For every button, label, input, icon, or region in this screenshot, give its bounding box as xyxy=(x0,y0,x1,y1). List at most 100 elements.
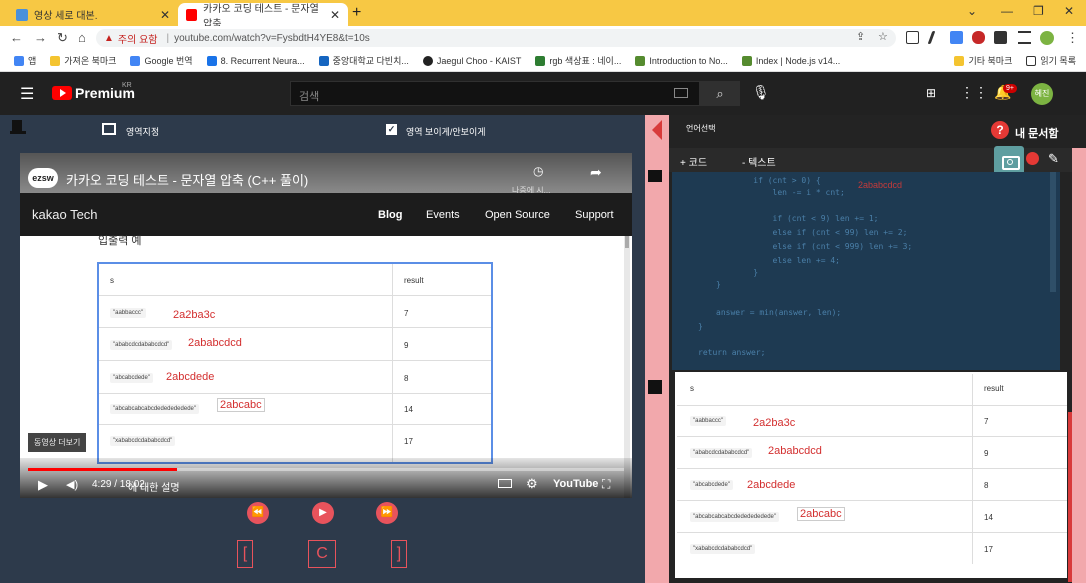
avatar[interactable]: 혜진 xyxy=(1031,83,1053,105)
profile-avatar[interactable] xyxy=(1040,31,1054,45)
rewind-button[interactable]: ⏪ xyxy=(247,502,269,524)
handwritten-note[interactable]: 2abcabc xyxy=(797,507,845,521)
apps-icon xyxy=(14,55,24,66)
youtube-icon xyxy=(186,8,198,21)
add-code-button[interactable]: + 코드 xyxy=(680,154,707,169)
kebab-menu-icon[interactable]: ⋮ xyxy=(1066,30,1079,46)
fullscreen-icon[interactable]: ⛶ xyxy=(602,477,610,492)
code-line: else len += 4; xyxy=(734,256,840,265)
select-area-icon[interactable] xyxy=(102,123,116,135)
table-cell-result: 8 xyxy=(404,374,409,383)
close-icon[interactable]: ✕ xyxy=(330,8,340,22)
bookmark-item[interactable]: 앱 xyxy=(14,54,36,67)
capture-button[interactable]: C xyxy=(308,540,336,568)
puzzle-icon[interactable] xyxy=(994,31,1007,44)
volume-icon[interactable]: ◀) xyxy=(66,478,78,491)
fast-forward-button[interactable]: ⏩ xyxy=(376,502,398,524)
share-icon[interactable]: ⇪ xyxy=(856,30,865,43)
bookmark-item[interactable]: 가져온 북마크 xyxy=(50,54,116,67)
my-documents-link[interactable]: 내 문서함 xyxy=(1015,125,1059,141)
visibility-checkbox[interactable]: ✓ xyxy=(386,124,397,135)
selected-area-table xyxy=(97,262,493,464)
more-videos-button[interactable]: 동영상 더보기 xyxy=(28,433,87,452)
keyboard-icon[interactable] xyxy=(674,88,688,98)
bookmark-item[interactable]: Jaegul Choo - KAIST xyxy=(422,55,521,66)
gear-icon[interactable]: ⚙ xyxy=(526,476,538,492)
forward-icon[interactable]: → xyxy=(34,30,47,45)
help-icon[interactable]: ? xyxy=(991,121,1009,139)
doc-cell-result: 9 xyxy=(984,449,989,458)
share-icon[interactable]: ➦ xyxy=(590,164,602,181)
bookmark-item[interactable]: rgb 색상표 : 네이... xyxy=(535,54,621,67)
apps-grid-icon[interactable]: ⋮⋮ xyxy=(960,84,988,101)
side-scrollbar[interactable] xyxy=(1068,412,1072,582)
bookmark-item[interactable]: 8. Recurrent Neura... xyxy=(206,55,305,66)
image-icon[interactable] xyxy=(648,380,662,394)
restore-icon[interactable]: ❐ xyxy=(1033,4,1044,18)
handwritten-note[interactable]: 2abcabc xyxy=(217,398,265,412)
create-video-icon[interactable]: ⊞ xyxy=(926,86,936,100)
playlist-icon[interactable] xyxy=(1018,31,1031,44)
play-icon[interactable]: ▶ xyxy=(38,477,48,493)
doc-icon xyxy=(16,8,28,21)
bug-icon[interactable] xyxy=(972,31,985,44)
youtube-logo-icon[interactable] xyxy=(52,86,72,100)
bookmark-item[interactable]: Index | Node.js v14... xyxy=(741,55,840,66)
mark-start-button[interactable]: [ xyxy=(237,540,253,568)
browser-tab[interactable]: 영상 세로 대본. ✕ xyxy=(8,3,178,26)
minimize-icon[interactable]: — xyxy=(1001,4,1013,18)
table-cell-s: "aabbaccc" xyxy=(110,308,146,318)
subtitles-icon[interactable] xyxy=(498,479,512,488)
bookmark-item[interactable]: 기타 북마크 xyxy=(954,54,1012,67)
star-icon[interactable]: ☆ xyxy=(878,30,888,43)
address-bar[interactable]: ▲ 주의 요함 | youtube.com/watch?v=FysbdtH4YE… xyxy=(96,29,896,47)
browser-tab-active[interactable]: 카카오 코딩 테스트 - 문자열 압축 ✕ xyxy=(178,3,348,30)
bookmark-item[interactable]: 중앙대학교 다빈치... xyxy=(318,54,409,67)
site-nav-events: Events xyxy=(426,209,460,221)
youtube-watermark[interactable]: YouTube xyxy=(553,478,598,490)
code-line: if (cnt > 0) { xyxy=(734,176,821,185)
edit-icon[interactable]: ✎ xyxy=(1048,151,1059,167)
mark-end-button[interactable]: ] xyxy=(391,540,407,568)
bookmark-item[interactable]: 읽기 목록 xyxy=(1026,54,1076,67)
clock-icon[interactable] xyxy=(1026,152,1039,165)
collapse-icon[interactable] xyxy=(652,120,662,140)
search-icon[interactable]: ⌕ xyxy=(700,81,740,106)
close-icon[interactable]: ✕ xyxy=(160,8,170,22)
exit-icon[interactable] xyxy=(10,120,26,134)
chevron-down-icon[interactable]: ⌄ xyxy=(967,4,977,18)
code-line: } xyxy=(698,322,703,331)
cau-icon xyxy=(318,55,329,66)
reload-icon[interactable]: ↻ xyxy=(57,30,68,46)
close-window-icon[interactable]: ✕ xyxy=(1064,4,1074,18)
clock-icon[interactable]: ◷ xyxy=(533,164,543,178)
bookmark-item[interactable]: Introduction to No... xyxy=(635,55,728,66)
channel-badge[interactable]: ezsw xyxy=(28,168,58,188)
microphone-icon[interactable]: 🎙 xyxy=(752,84,770,101)
table-cell-s: "xababcdcdababcdcd" xyxy=(110,436,176,446)
remove-text-button[interactable]: - 텍스트 xyxy=(742,154,776,169)
select-area-label[interactable]: 영역지정 xyxy=(126,125,159,138)
search-input[interactable]: 검색 xyxy=(290,81,700,106)
video-title[interactable]: 카카오 코딩 테스트 - 문자열 압축 (C++ 풀이) xyxy=(66,170,308,189)
code-line: answer = min(answer, len); xyxy=(716,308,842,317)
chapter-title[interactable]: 에 대한 설명 xyxy=(128,479,180,494)
table-cell-s: "abcabcdede" xyxy=(110,373,153,383)
handwritten-note: 2abcdede xyxy=(747,479,796,491)
table-header-s: s xyxy=(110,276,114,285)
screenshot-icon[interactable] xyxy=(648,170,662,182)
play-button[interactable]: ▶ xyxy=(312,502,334,524)
bookmark-item[interactable]: Google 번역 xyxy=(130,54,193,67)
visibility-toggle-label[interactable]: 영역 보이게/안보이게 xyxy=(406,125,486,138)
doc-cell-s: "abcabcabcabcdededededede" xyxy=(690,512,779,522)
translate-icon[interactable] xyxy=(950,31,963,44)
extension-icon[interactable] xyxy=(906,31,919,44)
site-nav-open-source: Open Source xyxy=(485,209,550,221)
back-icon[interactable]: ← xyxy=(10,30,23,45)
code-editor[interactable]: if (cnt > 0) { len -= i * cnt; if (cnt <… xyxy=(672,172,1060,370)
hamburger-menu-icon[interactable]: ☰ xyxy=(20,84,34,104)
editor-scrollbar[interactable] xyxy=(1050,172,1056,292)
home-icon[interactable]: ⌂ xyxy=(78,30,86,45)
new-tab-button[interactable]: + xyxy=(352,4,361,22)
language-select[interactable]: 언어선택 xyxy=(686,123,715,134)
